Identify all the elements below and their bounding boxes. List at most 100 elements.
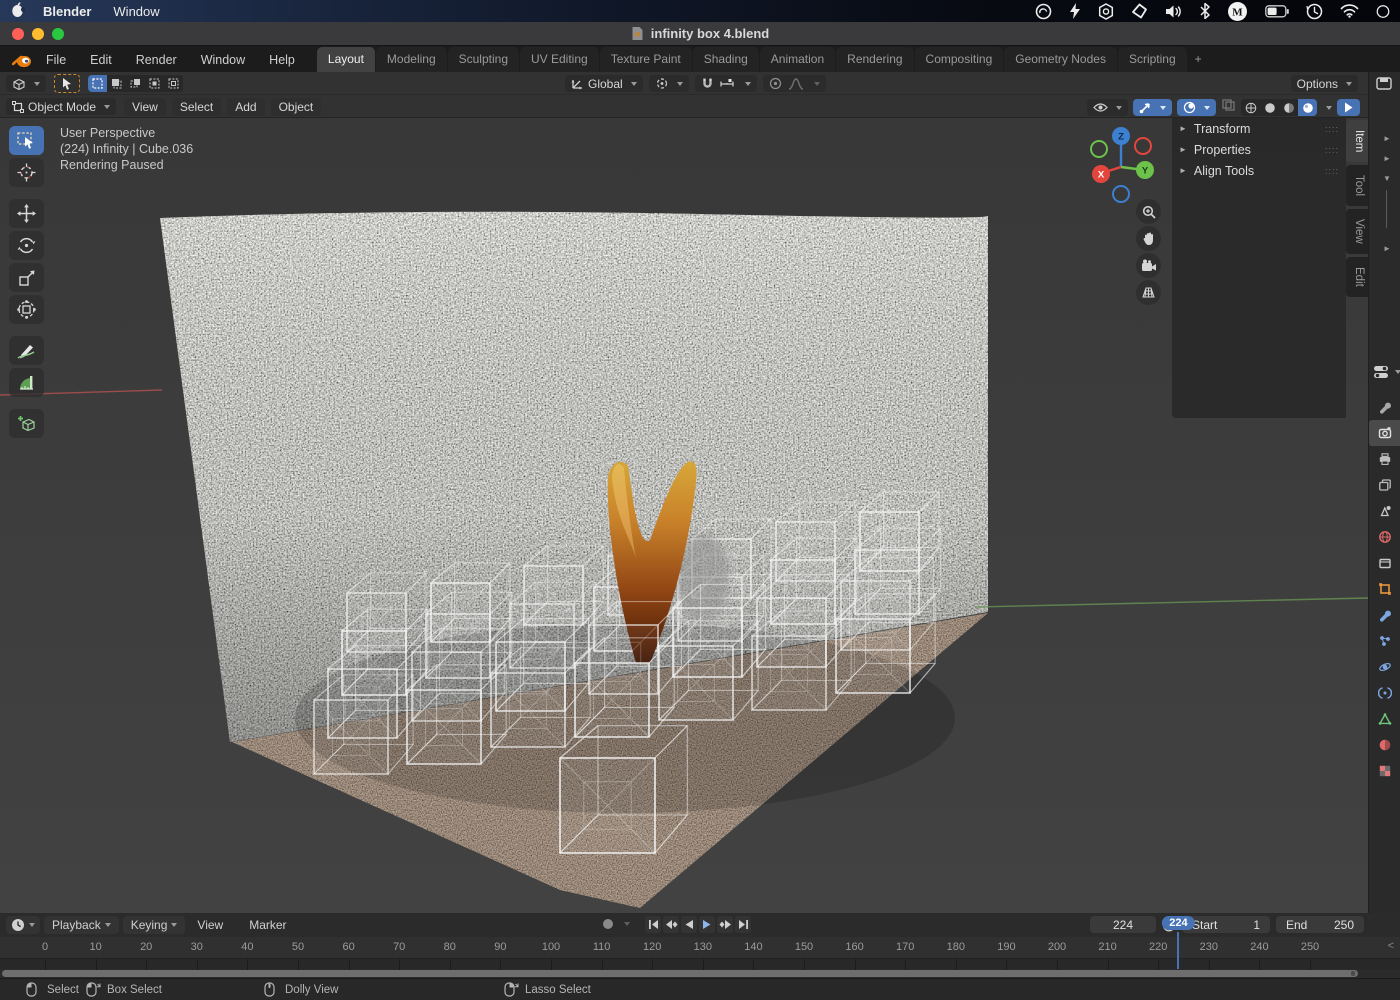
- playhead-line[interactable]: [1177, 932, 1179, 969]
- header-overflow-button[interactable]: [1337, 99, 1360, 116]
- viewport-menu-object[interactable]: Object: [271, 98, 322, 116]
- tool-annotate[interactable]: [9, 336, 44, 365]
- battery-icon[interactable]: [1265, 5, 1289, 18]
- timeline-editor-selector[interactable]: [6, 916, 40, 934]
- minimize-window-button[interactable]: [32, 28, 44, 40]
- auto-key-caret[interactable]: [624, 922, 630, 926]
- next-keyframe-button[interactable]: [717, 916, 733, 933]
- topbar-menu-help[interactable]: Help: [269, 53, 295, 67]
- gizmo-axis-z-neg[interactable]: [1113, 186, 1129, 202]
- app-menu-window[interactable]: Window: [113, 4, 159, 19]
- sidebar-tab-edit[interactable]: Edit: [1346, 257, 1368, 297]
- transform-orientation-dropdown[interactable]: Global: [565, 75, 643, 92]
- timeline-collapse-arrow[interactable]: <: [1388, 940, 1394, 952]
- tool-rotate[interactable]: [9, 231, 44, 260]
- shading-caret[interactable]: [1326, 106, 1332, 110]
- proportional-edit-group[interactable]: [763, 75, 826, 92]
- workspace-add-tab[interactable]: +: [1188, 47, 1209, 72]
- properties-tab-constraints[interactable]: [1369, 680, 1400, 706]
- user-badge-icon[interactable]: M: [1227, 1, 1248, 22]
- properties-tab-object-data[interactable]: [1369, 706, 1400, 732]
- wifi-icon[interactable]: [1340, 4, 1359, 18]
- panel-header-transform[interactable]: ►Transform::::: [1172, 118, 1346, 139]
- navigation-gizmo[interactable]: Z Y X: [1088, 122, 1160, 204]
- lightning-icon[interactable]: [1069, 3, 1081, 19]
- tool-cursor[interactable]: [9, 158, 44, 187]
- properties-tab-physics[interactable]: [1369, 654, 1400, 680]
- viewport-menu-view[interactable]: View: [124, 98, 166, 116]
- play-button[interactable]: [699, 916, 715, 933]
- workspace-tab-uv-editing[interactable]: UV Editing: [520, 47, 599, 72]
- editor-type-selector[interactable]: [6, 75, 46, 92]
- outliner-filter-icon[interactable]: [1376, 77, 1392, 90]
- gizmo-axis-y-neg[interactable]: [1091, 141, 1107, 157]
- timeline-menu-view[interactable]: View: [189, 916, 231, 934]
- pivot-point-dropdown[interactable]: [649, 75, 689, 92]
- timeline-scrollbar[interactable]: [2, 970, 1358, 977]
- zoom-view-button[interactable]: [1136, 199, 1161, 224]
- shading-wireframe[interactable]: [1241, 99, 1260, 116]
- security-hex-icon[interactable]: [1098, 3, 1114, 20]
- topbar-menu-window[interactable]: Window: [201, 53, 245, 67]
- tool-measure[interactable]: [9, 368, 44, 397]
- pan-view-button[interactable]: [1136, 226, 1161, 251]
- sidebar-tab-tool[interactable]: Tool: [1346, 165, 1368, 206]
- workspace-tab-rendering[interactable]: Rendering: [836, 47, 913, 72]
- volume-icon[interactable]: [1165, 4, 1183, 19]
- workspace-tab-animation[interactable]: Animation: [760, 47, 835, 72]
- blender-logo-icon[interactable]: [12, 53, 32, 68]
- zoom-window-button[interactable]: [52, 28, 64, 40]
- perspective-toggle-button[interactable]: [1136, 280, 1161, 305]
- shading-rendered[interactable]: [1298, 99, 1317, 116]
- select-mode-box[interactable]: [107, 75, 126, 92]
- panel-header-align-tools[interactable]: ►Align Tools::::: [1172, 160, 1346, 181]
- topbar-menu-file[interactable]: File: [46, 53, 66, 67]
- workspace-tab-geometry-nodes[interactable]: Geometry Nodes: [1004, 47, 1117, 72]
- frame-end-field[interactable]: End 250: [1276, 916, 1364, 933]
- timeline-menu-playback[interactable]: Playback: [44, 916, 119, 934]
- topbar-menu-render[interactable]: Render: [136, 53, 177, 67]
- properties-tab-particles[interactable]: [1369, 628, 1400, 654]
- jump-to-end-button[interactable]: [735, 916, 751, 933]
- select-mode-circle[interactable]: [126, 75, 145, 92]
- tool-select-box[interactable]: [9, 126, 44, 155]
- properties-tab-scene[interactable]: [1369, 498, 1400, 524]
- select-mode-paint[interactable]: [164, 75, 183, 92]
- workspace-tab-modeling[interactable]: Modeling: [376, 47, 447, 72]
- auto-key-record-icon[interactable]: [600, 916, 616, 932]
- active-tool-button[interactable]: [54, 74, 80, 93]
- 3d-viewport[interactable]: User Perspective (224) Infinity | Cube.0…: [0, 118, 1368, 913]
- timeline-ruler[interactable]: 0102030405060708090100110120130140150160…: [0, 937, 1400, 958]
- mode-dropdown[interactable]: Object Mode: [6, 98, 116, 115]
- workspace-tab-scripting[interactable]: Scripting: [1118, 47, 1187, 72]
- outliner-expand-icon[interactable]: ►: [1383, 154, 1391, 163]
- current-frame-field[interactable]: 224: [1090, 916, 1156, 933]
- workspace-tab-shading[interactable]: Shading: [693, 47, 759, 72]
- play-reverse-button[interactable]: [681, 916, 697, 933]
- properties-tab-world[interactable]: [1369, 524, 1400, 550]
- bluetooth-icon[interactable]: [1200, 3, 1210, 19]
- object-visibility-dropdown[interactable]: [1087, 99, 1128, 116]
- gizmo-axis-x-neg[interactable]: [1135, 138, 1151, 154]
- app-menu-blender[interactable]: Blender: [43, 4, 91, 19]
- close-window-button[interactable]: [12, 28, 24, 40]
- select-mode-lasso[interactable]: [145, 75, 164, 92]
- properties-tab-collection[interactable]: [1369, 550, 1400, 576]
- time-machine-icon[interactable]: [1306, 3, 1323, 20]
- panel-header-properties[interactable]: ►Properties::::: [1172, 139, 1346, 160]
- viewport-menu-add[interactable]: Add: [227, 98, 264, 116]
- workspace-tab-sculpting[interactable]: Sculpting: [448, 47, 519, 72]
- properties-tab-texture[interactable]: [1369, 758, 1400, 784]
- properties-editor-selector[interactable]: [1373, 365, 1400, 379]
- camera-view-button[interactable]: [1136, 253, 1161, 278]
- viewport-menu-select[interactable]: Select: [172, 98, 221, 116]
- xray-toggle[interactable]: [1221, 98, 1236, 117]
- snapping-group[interactable]: [695, 75, 757, 92]
- jump-to-start-button[interactable]: [645, 916, 661, 933]
- control-center-icon[interactable]: [1376, 3, 1390, 20]
- shading-material[interactable]: [1279, 99, 1298, 116]
- workspace-tab-layout[interactable]: Layout: [317, 47, 375, 72]
- sidebar-tab-view[interactable]: View: [1346, 209, 1368, 254]
- tool-move[interactable]: [9, 199, 44, 228]
- workspace-tab-compositing[interactable]: Compositing: [915, 47, 1004, 72]
